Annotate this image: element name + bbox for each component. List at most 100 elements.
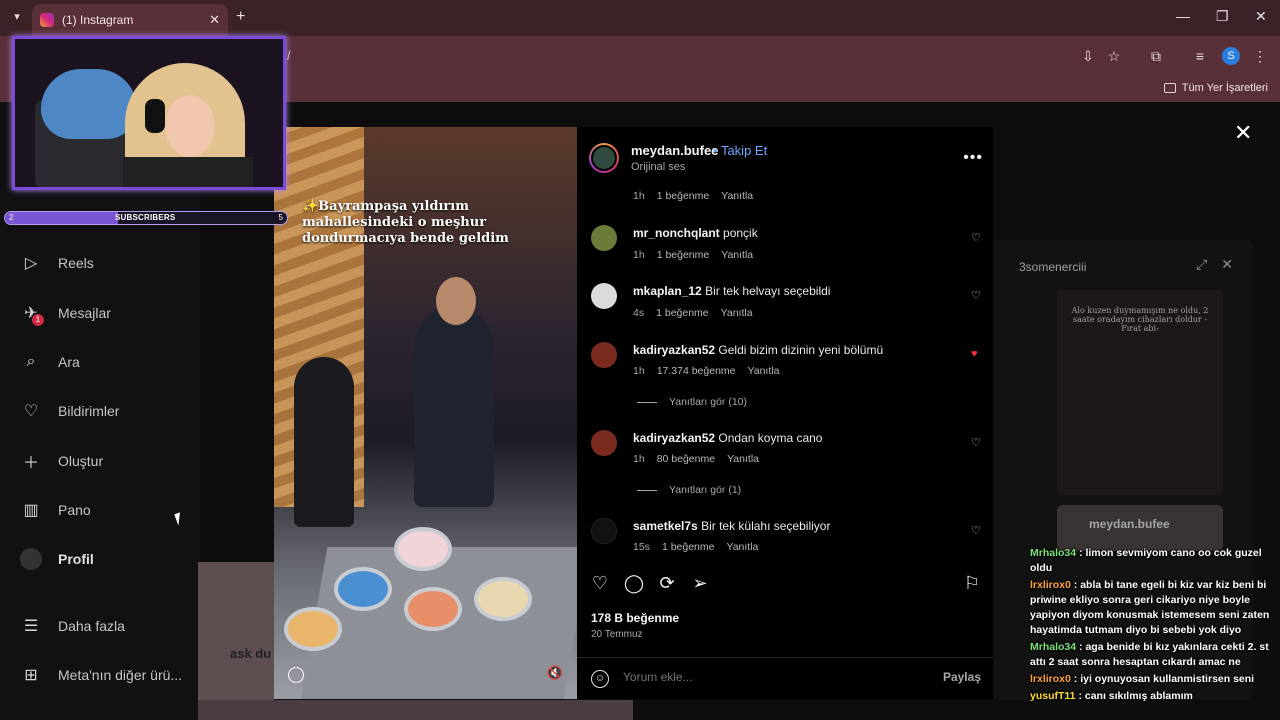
- author-avatar[interactable]: [589, 143, 619, 173]
- emoji-icon[interactable]: ☺: [591, 670, 609, 688]
- commenter-avatar[interactable]: [591, 283, 617, 309]
- repost-icon[interactable]: ⟳: [656, 573, 678, 594]
- view-replies-button[interactable]: Yanıtları gör (1): [637, 484, 741, 496]
- new-tab-plus-icon[interactable]: +: [236, 8, 245, 26]
- restore-icon[interactable]: ❐: [1216, 8, 1229, 25]
- comment-like-heart-icon[interactable]: ♡: [971, 231, 981, 244]
- all-bookmarks-label: Tüm Yer İşaretleri: [1181, 82, 1268, 94]
- shared-post-card[interactable]: meydan.bufee: [1057, 505, 1223, 551]
- comment-bubble-icon[interactable]: ◯: [623, 573, 645, 594]
- commenter-avatar[interactable]: [591, 225, 617, 251]
- comment-text: kadiryazkan52 Ondan koyma cano: [633, 431, 822, 445]
- comment-like-heart-icon[interactable]: ♡: [971, 289, 981, 302]
- commenter-username[interactable]: kadiryazkan52: [633, 343, 715, 357]
- reply-button[interactable]: Yanıtla: [721, 190, 753, 202]
- commenter-avatar[interactable]: [591, 430, 617, 456]
- close-modal-icon[interactable]: ✕: [1234, 120, 1252, 146]
- tab-close-icon[interactable]: ✕: [209, 12, 220, 28]
- extensions-puzzle-icon[interactable]: ⧉: [1146, 46, 1166, 66]
- comment-likes[interactable]: 80 beğenme: [657, 453, 715, 465]
- webcam-streamer-face: [165, 95, 215, 157]
- post-comment-button[interactable]: Paylaş: [943, 670, 981, 684]
- sidebar-item-reels[interactable]: ▷ Reels: [20, 252, 94, 274]
- sidebar-item-search[interactable]: ⌕ Ara: [20, 351, 80, 373]
- share-send-icon[interactable]: ➢: [689, 573, 711, 594]
- more-options-icon[interactable]: •••: [963, 149, 983, 167]
- sidebar-item-profile[interactable]: Profil: [20, 548, 94, 570]
- chat-partner-username[interactable]: 3somenerciii: [1019, 260, 1086, 274]
- chat-username: Mrhalo34: [1030, 547, 1077, 559]
- commenter-username[interactable]: sametkel7s: [633, 519, 698, 533]
- tagged-user-icon[interactable]: [288, 667, 304, 683]
- like-heart-icon[interactable]: ♡: [589, 573, 611, 594]
- expand-icon[interactable]: ⤢: [1196, 256, 1207, 273]
- reply-button[interactable]: Yanıtla: [748, 365, 780, 377]
- install-app-icon[interactable]: ⇩: [1078, 46, 1098, 66]
- shared-video-text: Alo kuzen duymamışım ne oldu, 2 saate or…: [1071, 306, 1209, 333]
- comment-input[interactable]: [623, 670, 923, 684]
- commenter-username[interactable]: kadiryazkan52: [633, 431, 715, 445]
- commenter-username[interactable]: mr_nonchqlant: [633, 226, 720, 240]
- close-icon[interactable]: ✕: [1221, 256, 1233, 273]
- comment-likes[interactable]: 1 beğenme: [657, 190, 710, 202]
- comment-text: mr_nonchqlant ponçik: [633, 226, 758, 240]
- comment-likes[interactable]: 1 beğenme: [656, 307, 709, 319]
- ice-cream-tub: [394, 527, 452, 571]
- reply-button[interactable]: Yanıtla: [727, 453, 759, 465]
- window-close-icon[interactable]: ✕: [1255, 8, 1267, 25]
- sidebar-item-meta-apps[interactable]: ⊞ Meta'nın diğer ürü...: [20, 664, 182, 686]
- commenter-username[interactable]: mkaplan_12: [633, 284, 702, 298]
- commenter-avatar[interactable]: [591, 342, 617, 368]
- chat-message: yusufT11 : canı sıkılmış ablamım: [1030, 689, 1280, 704]
- chat-username: Mrhalo34: [1030, 641, 1077, 653]
- minimize-icon[interactable]: —: [1176, 8, 1190, 24]
- sidebar-item-create[interactable]: ＋ Oluştur: [20, 450, 103, 472]
- follow-button[interactable]: • Takip Et: [713, 143, 767, 158]
- browser-profile-avatar[interactable]: S: [1222, 47, 1240, 65]
- grid-thumbnail: [198, 700, 633, 720]
- comment-like-heart-icon[interactable]: ♡: [971, 524, 981, 537]
- subscriber-goal-start: 2: [9, 213, 14, 222]
- browser-menu-icon[interactable]: ⋮: [1250, 46, 1270, 66]
- comment-composer: ☺ Paylaş: [577, 657, 993, 699]
- comment-likes[interactable]: 17.374 beğenme: [657, 365, 736, 377]
- view-replies-button[interactable]: Yanıtları gör (10): [637, 396, 747, 408]
- address-bar-text[interactable]: /: [287, 48, 291, 63]
- sidebar-item-label: Bildirimler: [58, 403, 120, 419]
- sidebar-item-label: Mesajlar: [58, 305, 111, 321]
- search-icon: ⌕: [26, 353, 36, 370]
- sidebar-item-dashboard[interactable]: ▥ Pano: [20, 499, 90, 521]
- save-bookmark-icon[interactable]: ⚐: [961, 573, 983, 594]
- author-username[interactable]: meydan.bufee: [631, 143, 718, 158]
- sidebar-item-notifications[interactable]: ♡ Bildirimler: [20, 400, 120, 422]
- browser-tab[interactable]: (1) Instagram ✕: [32, 4, 228, 36]
- dashboard-icon: ▥: [23, 502, 39, 519]
- browser-tabstrip: ▾ (1) Instagram ✕ + — ❐ ✕: [0, 0, 1280, 36]
- comment-likes[interactable]: 1 beğenme: [662, 541, 715, 553]
- heart-icon: ♡: [23, 403, 39, 420]
- webcam-plush: [41, 69, 137, 139]
- media-control-icon[interactable]: ≡: [1190, 46, 1210, 66]
- comment-like-heart-icon[interactable]: ♡: [971, 436, 981, 449]
- post-likes-count[interactable]: 178 B beğenme: [591, 611, 679, 625]
- webcam-shirt: [123, 157, 253, 187]
- comment-meta: 1h 17.374 beğenme Yanıtla: [633, 365, 779, 377]
- comment-time: 1h: [633, 453, 645, 465]
- reply-button[interactable]: Yanıtla: [726, 541, 758, 553]
- audio-label[interactable]: Orijinal ses: [631, 161, 685, 173]
- tab-search-chevron-icon[interactable]: ▾: [8, 10, 26, 28]
- comment-liked-heart-icon[interactable]: ♥: [971, 348, 978, 360]
- sidebar-item-more[interactable]: ☰ Daha fazla: [20, 615, 125, 637]
- reel-video[interactable]: ✨Bayrampaşa yıldırım mahallesindeki o me…: [274, 127, 577, 699]
- reply-button[interactable]: Yanıtla: [721, 307, 753, 319]
- bookmark-star-icon[interactable]: ☆: [1104, 46, 1124, 66]
- comment-likes[interactable]: 1 beğenme: [657, 249, 710, 261]
- all-bookmarks-button[interactable]: Tüm Yer İşaretleri: [1163, 82, 1268, 94]
- shared-video-preview[interactable]: Alo kuzen duymamışım ne oldu, 2 saate or…: [1057, 290, 1223, 495]
- mute-icon[interactable]: 🔇: [544, 665, 566, 687]
- chat-username: lrxlirox0: [1030, 579, 1071, 591]
- commenter-avatar[interactable]: [591, 518, 617, 544]
- reply-button[interactable]: Yanıtla: [721, 249, 753, 261]
- chat-message: lrxlirox0 : iyi oynuyosan kullanmistirse…: [1030, 672, 1280, 687]
- sidebar-item-messages[interactable]: ✈ 1 Mesajlar: [20, 302, 111, 326]
